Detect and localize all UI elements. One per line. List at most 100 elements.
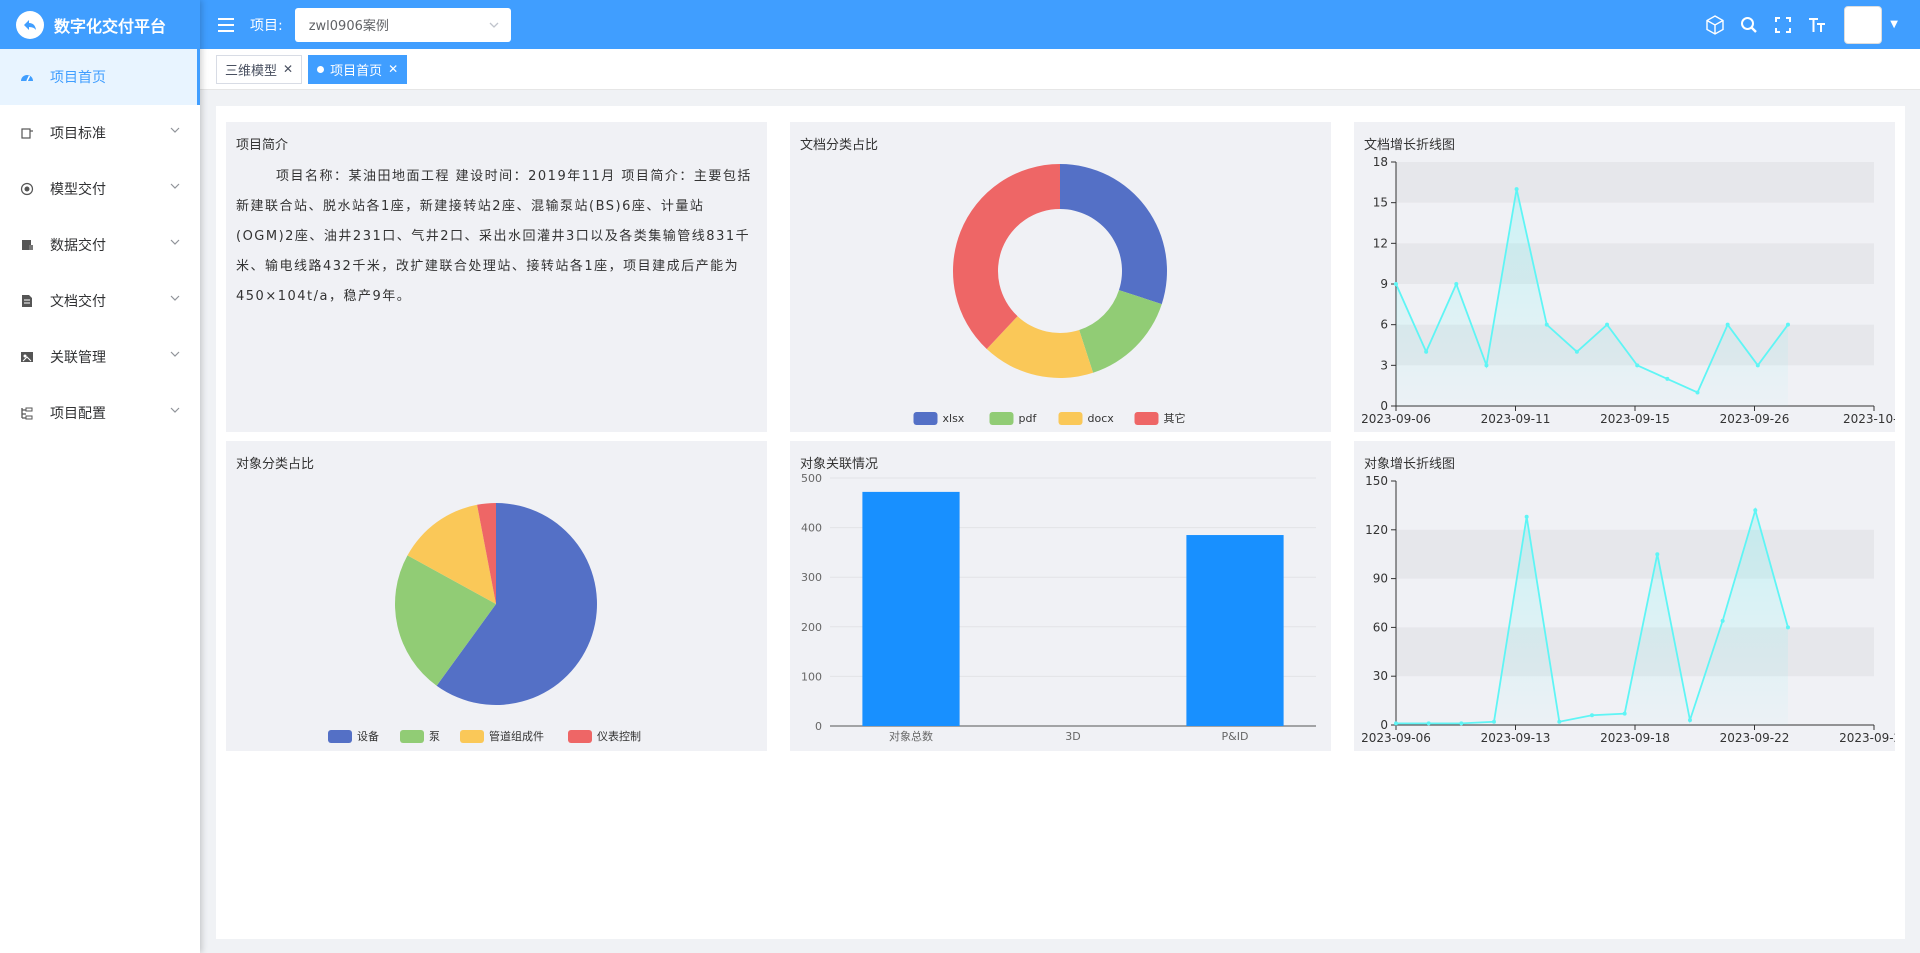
data-point xyxy=(1459,721,1464,726)
grid-band xyxy=(1396,529,1874,579)
back-arrow-icon xyxy=(16,10,44,39)
legend-swatch xyxy=(1134,412,1159,425)
document-icon xyxy=(20,294,34,308)
y-tick-label: 150 xyxy=(1365,474,1388,488)
legend-label: 管道组成件 xyxy=(489,729,544,743)
x-tick-label: 对象总数 xyxy=(889,729,933,743)
search-icon[interactable] xyxy=(1738,14,1760,36)
x-tick-label: 2023-09-22 xyxy=(1720,731,1790,745)
legend-label: xlsx xyxy=(943,412,965,425)
y-tick-label: 18 xyxy=(1373,155,1388,169)
sidebar-item-label: 模型交付 xyxy=(50,182,106,198)
data-point xyxy=(1755,363,1760,368)
project-intro-card: 项目简介 项目名称：某油田地面工程 建设时间：2019年11月 项目简介：主要包… xyxy=(226,122,767,432)
legend-swatch xyxy=(400,730,424,743)
x-tick-label: 2023-09-15 xyxy=(1600,412,1670,426)
sidebar-item-label: 文档交付 xyxy=(50,294,106,310)
sidebar-item[interactable]: 项目配置 xyxy=(0,385,200,441)
relation-icon xyxy=(20,350,34,364)
y-tick-label: 3 xyxy=(1380,358,1388,372)
close-icon[interactable]: ✕ xyxy=(388,62,398,76)
data-point xyxy=(1622,711,1627,716)
chevron-down-icon xyxy=(170,407,180,413)
dashboard: 项目简介 项目名称：某油田地面工程 建设时间：2019年11月 项目简介：主要包… xyxy=(216,106,1905,939)
legend-swatch xyxy=(989,412,1014,425)
legend-label: 泵 xyxy=(429,730,440,743)
sidebar-item[interactable]: 项目标准 xyxy=(0,105,200,161)
sidebar-item-label: 关联管理 xyxy=(50,350,106,366)
legend-label: 其它 xyxy=(1164,411,1186,425)
y-tick-label: 0 xyxy=(1380,718,1388,732)
cube-icon[interactable] xyxy=(1704,14,1726,36)
font-size-icon[interactable] xyxy=(1806,14,1828,36)
data-point xyxy=(1557,719,1562,724)
sidebar-item-label: 项目配置 xyxy=(50,406,106,422)
data-point xyxy=(1655,552,1660,557)
data-point xyxy=(1720,618,1725,623)
close-icon[interactable]: ✕ xyxy=(283,62,293,76)
chevron-down-icon xyxy=(170,183,180,189)
y-tick-label: 200 xyxy=(801,621,822,634)
area-fill xyxy=(1396,189,1788,406)
y-tick-label: 500 xyxy=(801,472,822,485)
y-tick-label: 30 xyxy=(1373,669,1388,683)
x-tick-label: 2023-09-18 xyxy=(1600,731,1670,745)
brand[interactable]: 数字化交付平台 xyxy=(0,0,200,49)
object-category-pie-chart: 设备 泵 管道组成件 仪表控制 xyxy=(328,503,641,743)
data-point xyxy=(1394,721,1398,726)
legend-swatch xyxy=(568,730,592,743)
caret-down-icon[interactable]: ▼ xyxy=(1890,19,1898,30)
data-point xyxy=(1589,713,1594,718)
y-tick-label: 12 xyxy=(1373,236,1388,250)
y-tick-label: 0 xyxy=(1380,399,1388,413)
y-tick-label: 60 xyxy=(1373,620,1388,634)
object-category-card: 对象分类占比 设备泵管道组成件 仪表控制 xyxy=(226,441,767,751)
sidebar-item[interactable]: 模型交付 xyxy=(0,161,200,217)
data-point xyxy=(1665,376,1670,381)
project-select[interactable]: zwl0906案例 xyxy=(294,7,511,42)
data-point xyxy=(1524,514,1529,519)
hamburger-icon[interactable] xyxy=(218,17,234,32)
main-area: 项目简介 项目名称：某油田地面工程 建设时间：2019年11月 项目简介：主要包… xyxy=(200,90,1920,953)
sidebar-item[interactable]: 数据交付 xyxy=(0,217,200,273)
legend-swatch xyxy=(460,730,484,743)
data-point xyxy=(1635,363,1640,368)
config-icon xyxy=(20,406,34,420)
object-relation-card: 对象关联情况 0 100 200 300 400 500 对象总数 3D P&ID xyxy=(790,441,1331,751)
pie-slice xyxy=(1060,164,1167,305)
tag-3d-model[interactable]: 三维模型 ✕ xyxy=(216,54,303,84)
sidebar-item[interactable]: 文档交付 xyxy=(0,273,200,329)
avatar[interactable] xyxy=(1844,5,1883,44)
doc-category-card: 文档分类占比 xlsx pdf docx 其它 xyxy=(790,122,1331,432)
tag-label: 项目首页 xyxy=(330,63,383,79)
doc-growth-card: 文档增长折线图 0 3 6 9 12 15 18 2023-09-06 2023-09-11 20… xyxy=(1354,122,1895,432)
pie-slice xyxy=(1079,290,1162,373)
tag-label: 三维模型 xyxy=(225,63,278,79)
legend-label: docx xyxy=(1088,412,1115,425)
data-point xyxy=(1785,322,1790,327)
data-point xyxy=(1491,719,1496,724)
data-point xyxy=(1574,349,1579,354)
y-tick-label: 120 xyxy=(1365,523,1388,537)
object-relation-bar-chart: 0 100 200 300 400 500 对象总数 3D P&ID xyxy=(801,472,1316,743)
chevron-down-icon xyxy=(170,239,180,245)
tag-project-home[interactable]: 项目首页 ✕ xyxy=(308,54,408,84)
data-point xyxy=(1514,187,1519,192)
chevron-down-icon xyxy=(489,22,499,28)
tags-bar: 三维模型 ✕ 项目首页 ✕ xyxy=(200,49,1920,90)
y-tick-label: 300 xyxy=(801,571,822,584)
y-tick-label: 6 xyxy=(1380,318,1388,332)
object-growth-line-chart: 0 30 60 90 120 150 2023-09-06 2023-09-13 2023-09… xyxy=(1361,474,1895,745)
x-tick-label: 2023-09-26 xyxy=(1720,412,1790,426)
sidebar-item[interactable]: 关联管理 xyxy=(0,329,200,385)
chevron-down-icon xyxy=(170,351,180,357)
sidebar-item[interactable]: 项目首页 xyxy=(0,49,200,105)
fullscreen-icon[interactable] xyxy=(1772,14,1794,36)
legend-swatch xyxy=(1058,412,1083,425)
legend-swatch xyxy=(913,412,938,425)
legend-label: 设备 xyxy=(357,729,379,743)
bar xyxy=(1186,535,1284,726)
data-point xyxy=(1484,363,1489,368)
pie-slice xyxy=(953,164,1060,349)
x-tick-label: 2023-09-11 xyxy=(1481,412,1551,426)
